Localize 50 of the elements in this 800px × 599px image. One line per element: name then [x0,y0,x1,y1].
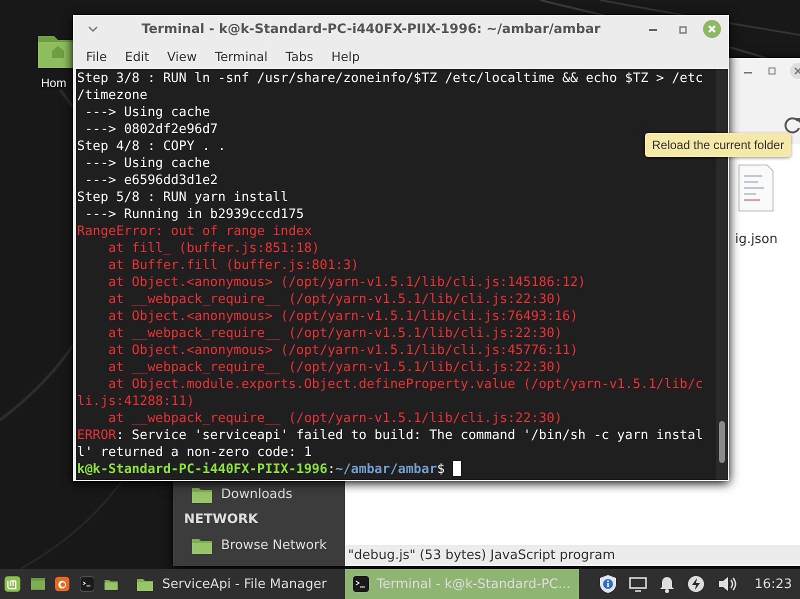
text-cursor [452,461,461,476]
terminal-line: Step 4/8 : COPY . . [77,138,226,155]
shield-icon[interactable] [598,574,617,594]
menu-item[interactable]: View [158,46,206,66]
terminal-line: li.js:41288:11) [77,393,194,410]
terminal-line: Step 3/8 : RUN ln -snf /usr/share/zoneinfo/$TZ /etc/localtime && echo $TZ > /etc [77,70,704,87]
desktop-icon-label: Hom [41,76,66,90]
menu-item[interactable]: Help [322,46,369,66]
text-file-icon[interactable] [738,164,774,212]
terminal-line: /timezone [77,87,148,104]
volume-icon[interactable] [716,575,737,593]
terminal-line: at Object.<anonymous> (/opt/yarn-v1.5.1/lib/cli.js:45776:11) [107,342,578,359]
terminal-line: Step 5/8 : RUN yarn install [77,189,288,206]
terminal-line: ---> Using cache [84,104,210,121]
terminal-prompt[interactable]: k@k-Standard-PC-i440FX-PIIX-1996:~/ambar/ambar$ [77,461,461,478]
status-bar: "debug.js" (53 bytes) JavaScript program [345,545,800,566]
terminal-line: at __webpack_require__ (/opt/yarn-v1.5.1/lib/cli.js:22:30) [107,325,562,342]
file-name[interactable]: ig.json [735,232,778,247]
power-bolt-icon[interactable] [686,575,705,593]
reload-icon[interactable] [783,115,800,135]
folder-icon [136,576,154,592]
sidebar-item[interactable]: Browse Network [173,533,345,557]
terminal-line: at Object.<anonymous> (/opt/yarn-v1.5.1/lib/cli.js:145186:12) [107,274,586,291]
terminal-line: ---> 0802df2e96d7 [84,121,218,138]
window-title: Terminal - k@k-Standard-PC-i440FX-PIIX-1996: ~/ambar/ambar [140,22,602,36]
terminal-line: RangeError: out of range index [77,223,312,240]
menu-item[interactable]: Terminal [206,46,277,66]
clock: 16:23 [754,576,792,592]
terminal-line: l' returned a non-zero code: 1 [77,444,312,461]
taskbar-task[interactable]: ServiceApi - File Manager [128,569,335,599]
terminal-line: at Object.<anonymous> (/opt/yarn-v1.5.1/lib/cli.js:76493:16) [107,308,578,325]
terminal-line: ERROR: Service 'serviceapi' failed to build: The command '/bin/sh -c yarn instal [77,427,704,444]
reload-tooltip: Reload the current folder [645,133,792,157]
menu-item[interactable]: Tabs [276,46,322,66]
bell-icon[interactable] [658,575,675,593]
terminal-line: ---> e6596dd3d1e2 [84,172,218,189]
sidebar-item[interactable]: Downloads [173,482,345,506]
terminal-line: at Object.module.exports.Object.defineProperty.value (/opt/yarn-v1.5.1/lib/c [107,376,704,393]
terminal-line: ---> Running in b2939cccd175 [84,206,304,223]
display-icon[interactable] [628,576,647,592]
terminal-line: at fill_ (buffer.js:851:18) [107,240,320,257]
terminal-line: at Buffer.fill (buffer.js:801:3) [107,257,359,274]
terminal-line: ---> Using cache [84,155,210,172]
terminal-line: at __webpack_require__ (/opt/yarn-v1.5.1/lib/cli.js:22:30) [107,410,562,427]
terminal-line: at __webpack_require__ (/opt/yarn-v1.5.1/lib/cli.js:22:30) [107,359,562,376]
menu-item[interactable]: File [77,46,116,66]
menu-item[interactable]: Edit [116,46,158,66]
terminal-icon [352,576,369,592]
sidebar-section-title: NETWORK [183,511,260,529]
terminal-line: at __webpack_require__ (/opt/yarn-v1.5.1/lib/cli.js:22:30) [107,291,562,308]
